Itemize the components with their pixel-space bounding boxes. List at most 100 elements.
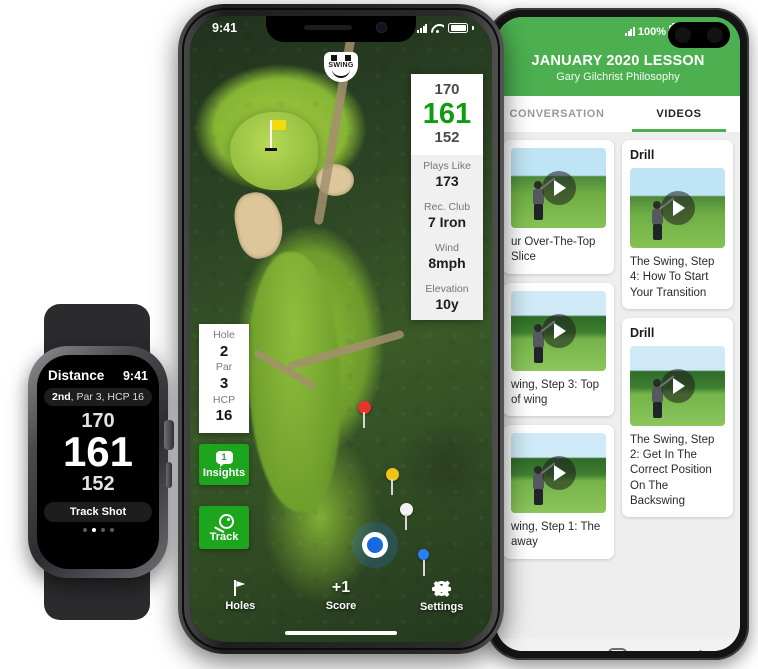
video-title: wing, Step 1: The away bbox=[511, 521, 601, 549]
elevation-row: Elevation 10y bbox=[411, 278, 483, 319]
watch-hole-number: 2nd bbox=[51, 391, 71, 403]
video-card[interactable]: Drill The Swing, Step 4: How To Start Yo… bbox=[622, 140, 733, 309]
rec-club-value: 7 Iron bbox=[427, 213, 467, 230]
hcp-value: 16 bbox=[215, 407, 233, 425]
hole-value: 2 bbox=[219, 342, 229, 360]
video-thumbnail[interactable] bbox=[630, 168, 725, 248]
play-icon[interactable] bbox=[541, 171, 576, 205]
android-nav-bar bbox=[496, 638, 740, 651]
tab-settings-label: Settings bbox=[419, 601, 464, 613]
video-thumbnail[interactable] bbox=[511, 290, 606, 371]
hole-label: Hole bbox=[213, 329, 235, 341]
par-label: Par bbox=[215, 361, 233, 374]
battery-percent-label: 100% bbox=[637, 25, 666, 38]
page-dot bbox=[109, 528, 114, 532]
yellow-pin[interactable] bbox=[386, 468, 399, 495]
watch-header: Distance 9:41 bbox=[37, 355, 159, 383]
video-card[interactable]: ur Over-The-Top Slice bbox=[503, 140, 614, 274]
home-icon[interactable] bbox=[608, 647, 628, 651]
video-card[interactable]: wing, Step 3: Top of wing bbox=[503, 282, 614, 417]
rec-club-label: Rec. Club bbox=[423, 201, 471, 214]
lesson-subtitle: Gary Gilchrist Philosophy bbox=[556, 71, 680, 83]
front-camera-icon bbox=[377, 23, 386, 32]
wifi-icon bbox=[431, 23, 444, 33]
plays-like-row: Plays Like 173 bbox=[411, 155, 483, 196]
blue-pin[interactable] bbox=[418, 549, 429, 576]
video-thumbnail[interactable] bbox=[630, 345, 725, 426]
track-button[interactable]: Track bbox=[199, 506, 249, 549]
red-pin[interactable] bbox=[358, 401, 371, 428]
hole-info-card[interactable]: Hole 2 Par 3 HCP 16 bbox=[199, 324, 249, 434]
tab-score[interactable]: +1 Score bbox=[291, 580, 392, 613]
speech-bubble-icon: 1 bbox=[215, 451, 233, 467]
tab-holes[interactable]: Holes bbox=[190, 580, 291, 612]
status-time: 9:41 bbox=[212, 21, 238, 35]
video-thumbnail[interactable] bbox=[511, 433, 606, 514]
par-value: 3 bbox=[219, 375, 229, 393]
watch-hole-details: , Par 3, HCP 16 bbox=[70, 391, 144, 403]
play-icon[interactable] bbox=[541, 456, 576, 491]
shot-track-icon bbox=[214, 513, 234, 534]
wind-row: Wind 8mph bbox=[411, 237, 483, 278]
plays-like-label: Plays Like bbox=[423, 160, 471, 173]
white-pin[interactable] bbox=[400, 503, 413, 530]
tab-videos[interactable]: VIDEOS bbox=[618, 96, 740, 132]
home-indicator[interactable] bbox=[285, 631, 397, 635]
video-card[interactable]: Drill The Swing, Step 2: Get In The Corr… bbox=[622, 317, 733, 518]
logo-wordmark: SWING bbox=[328, 62, 354, 69]
play-icon[interactable] bbox=[660, 368, 695, 403]
watch-side-button[interactable] bbox=[166, 462, 172, 488]
insights-button[interactable]: 1 Insights bbox=[199, 444, 249, 485]
tab-conversation[interactable]: CONVERSATION bbox=[496, 96, 618, 132]
tab-score-label: Score bbox=[325, 600, 357, 612]
android-status-bar: 100% bbox=[496, 17, 740, 51]
elevation-value: 10y bbox=[435, 296, 459, 313]
distance-center: 161 bbox=[422, 97, 472, 130]
back-icon[interactable] bbox=[692, 649, 709, 651]
front-camera-cutout bbox=[668, 22, 730, 48]
track-label: Track bbox=[209, 531, 239, 543]
lesson-title: JANUARY 2020 LESSON bbox=[531, 53, 705, 69]
video-badge: Drill bbox=[630, 148, 655, 162]
videos-grid[interactable]: ur Over-The-Top Slice wing, Step 3: Top … bbox=[496, 132, 740, 638]
rec-club-row: Rec. Club 7 Iron bbox=[411, 196, 483, 237]
track-shot-button[interactable]: Track Shot bbox=[44, 502, 152, 522]
video-card[interactable]: wing, Step 1: The away bbox=[503, 425, 614, 559]
earpiece-speaker bbox=[304, 25, 352, 30]
video-thumbnail[interactable] bbox=[511, 148, 606, 228]
gear-icon bbox=[432, 580, 452, 597]
wind-label: Wind bbox=[435, 242, 459, 255]
battery-icon bbox=[448, 23, 469, 33]
signal-bars-icon bbox=[624, 27, 635, 36]
battery-tip bbox=[472, 26, 474, 30]
play-icon[interactable] bbox=[541, 313, 576, 348]
digital-crown[interactable] bbox=[164, 420, 174, 450]
watch-screen: Distance 9:41 2nd, Par 3, HCP 16 170 161… bbox=[37, 355, 159, 569]
lesson-header: JANUARY 2020 LESSON Gary Gilchrist Philo… bbox=[496, 51, 740, 96]
watch-hole-pill[interactable]: 2nd, Par 3, HCP 16 bbox=[44, 388, 152, 406]
tab-settings[interactable]: Settings bbox=[391, 580, 492, 613]
recents-icon[interactable] bbox=[529, 650, 541, 651]
iphone-notch bbox=[266, 16, 416, 42]
plays-like-value: 173 bbox=[435, 172, 459, 189]
apple-watch-device: Distance 9:41 2nd, Par 3, HCP 16 170 161… bbox=[8, 304, 188, 620]
watch-time: 9:41 bbox=[122, 368, 148, 383]
signal-bars-icon bbox=[417, 23, 428, 33]
distance-details: Plays Like 173 Rec. Club 7 Iron Wind 8mp… bbox=[411, 155, 483, 320]
video-title: wing, Step 3: Top of wing bbox=[511, 378, 600, 406]
video-title: The Swing, Step 2: Get In The Correct Po… bbox=[630, 433, 715, 507]
watch-page-dots bbox=[37, 528, 159, 532]
distance-card[interactable]: 170 161 152 Plays Like 173 Rec. Club 7 I… bbox=[411, 74, 483, 320]
iphone-device: 9:41 SWING 170 161 152 Plays Like 173 Re… bbox=[178, 4, 504, 654]
lesson-tabs: CONVERSATION VIDEOS bbox=[496, 96, 740, 132]
product-showcase: 100% JANUARY 2020 LESSON Gary Gilchrist … bbox=[0, 0, 758, 669]
video-badge: Drill bbox=[630, 325, 655, 340]
my-location-marker[interactable] bbox=[362, 532, 388, 558]
play-icon[interactable] bbox=[660, 191, 695, 225]
wind-value: 8mph bbox=[428, 254, 466, 271]
watch-distance-front: 152 bbox=[81, 473, 115, 495]
iphone-screen: 9:41 SWING 170 161 152 Plays Like 173 Re… bbox=[190, 16, 492, 642]
page-dot bbox=[91, 528, 96, 532]
android-phone-device: 100% JANUARY 2020 LESSON Gary Gilchrist … bbox=[487, 8, 749, 660]
flag-icon bbox=[232, 580, 248, 596]
